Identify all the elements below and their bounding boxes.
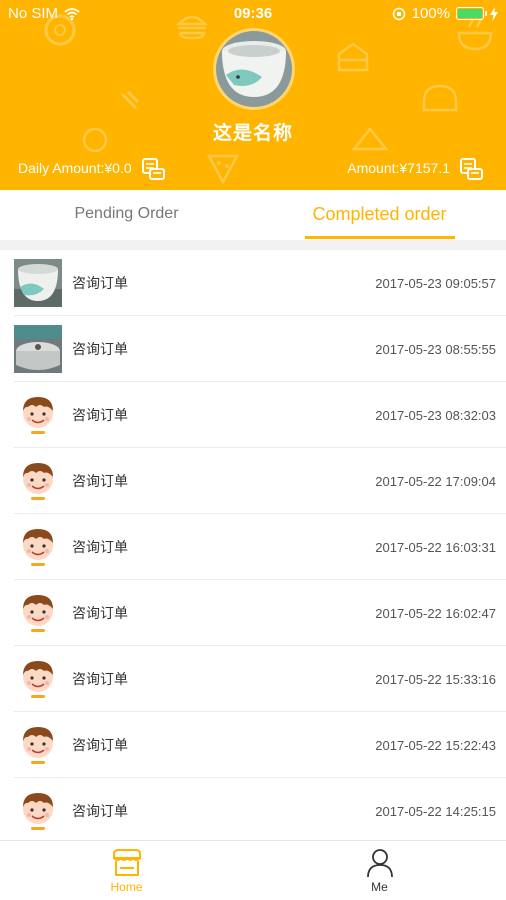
cartoon-face-icon bbox=[23, 661, 53, 698]
order-title: 咨询订单 bbox=[72, 803, 128, 819]
coins-icon bbox=[141, 158, 165, 180]
order-row[interactable]: 咨询订单 2017-05-22 15:33:16 bbox=[0, 646, 506, 712]
tab-pending-order[interactable]: Pending Order bbox=[0, 190, 253, 240]
daily-amount[interactable]: Daily Amount:¥0.0 bbox=[18, 155, 166, 181]
order-row[interactable]: 咨询订单 2017-05-22 16:03:31 bbox=[0, 514, 506, 580]
total-amount-label: Amount:¥7157.1 bbox=[347, 160, 450, 176]
order-title: 咨询订单 bbox=[72, 275, 128, 291]
pot-photo-icon bbox=[14, 325, 62, 373]
store-avatar[interactable] bbox=[213, 28, 295, 110]
order-title: 咨询订单 bbox=[72, 671, 128, 687]
tabbar-home-label: Home bbox=[110, 879, 143, 894]
order-tabs: Pending Order Completed order bbox=[0, 190, 506, 240]
order-timestamp: 2017-05-22 14:25:15 bbox=[375, 803, 496, 819]
cartoon-face-icon bbox=[23, 463, 53, 500]
bread-doodle-icon bbox=[422, 84, 458, 112]
order-row[interactable]: 咨询订单 2017-05-22 15:22:43 bbox=[0, 712, 506, 778]
pizza-doodle-icon bbox=[206, 154, 240, 185]
order-row[interactable]: 咨询订单 2017-05-22 16:02:47 bbox=[0, 580, 506, 646]
order-thumbnail bbox=[14, 787, 62, 835]
status-bar: No SIM 09:36 100% bbox=[0, 0, 506, 28]
order-title: 咨询订单 bbox=[72, 539, 128, 555]
order-timestamp: 2017-05-23 09:05:57 bbox=[375, 275, 496, 291]
order-thumbnail bbox=[14, 325, 62, 373]
order-list: 咨询订单 2017-05-23 09:05:57 咨询订单 2017-05-23 08… bbox=[0, 250, 506, 844]
store-name: 这是名称 bbox=[212, 123, 293, 144]
home-store-icon bbox=[112, 848, 141, 876]
active-tab-indicator bbox=[304, 236, 455, 239]
order-title: 咨询订单 bbox=[72, 605, 128, 621]
order-title: 咨询订单 bbox=[72, 737, 128, 753]
tabbar-me[interactable]: Me bbox=[253, 841, 506, 900]
orientation-lock-icon bbox=[392, 7, 405, 20]
bottom-tab-bar: Home Me bbox=[0, 840, 506, 900]
tab-completed-label: Completed order bbox=[312, 204, 447, 224]
order-timestamp: 2017-05-22 17:09:04 bbox=[375, 473, 496, 489]
teacup-photo-icon bbox=[216, 31, 292, 107]
charging-bolt-icon bbox=[490, 6, 498, 21]
candy-doodle-icon bbox=[120, 90, 140, 110]
cartoon-face-icon bbox=[23, 595, 53, 632]
profile-header: No SIM 09:36 100% 这是名称 Daily Amount:¥0.0… bbox=[0, 0, 506, 190]
tab-pending-label: Pending Order bbox=[74, 205, 179, 222]
person-icon bbox=[366, 848, 393, 877]
order-timestamp: 2017-05-22 16:02:47 bbox=[375, 605, 496, 621]
cartoon-face-icon bbox=[23, 793, 53, 830]
order-row[interactable]: 咨询订单 2017-05-22 17:09:04 bbox=[0, 448, 506, 514]
order-timestamp: 2017-05-22 15:22:43 bbox=[375, 737, 496, 753]
cup-photo-icon bbox=[14, 259, 62, 307]
order-thumbnail bbox=[14, 523, 62, 571]
coins-icon bbox=[460, 158, 483, 180]
order-thumbnail bbox=[14, 457, 62, 505]
order-title: 咨询订单 bbox=[72, 341, 128, 357]
daily-amount-label: Daily Amount:¥0.0 bbox=[18, 160, 132, 176]
tabbar-me-label: Me bbox=[371, 879, 388, 894]
battery-icon bbox=[456, 7, 487, 20]
order-timestamp: 2017-05-22 15:33:16 bbox=[375, 671, 496, 687]
order-thumbnail bbox=[14, 589, 62, 637]
order-row[interactable]: 咨询订单 2017-05-22 14:25:15 bbox=[0, 778, 506, 844]
tabbar-home[interactable]: Home bbox=[0, 841, 253, 900]
order-row[interactable]: 咨询订单 2017-05-23 09:05:57 bbox=[0, 250, 506, 316]
order-thumbnail bbox=[14, 259, 62, 307]
battery-percent: 100% bbox=[411, 5, 450, 22]
order-thumbnail bbox=[14, 391, 62, 439]
order-timestamp: 2017-05-23 08:32:03 bbox=[375, 407, 496, 423]
tab-completed-order[interactable]: Completed order bbox=[253, 190, 506, 240]
cartoon-face-icon bbox=[23, 397, 53, 434]
order-timestamp: 2017-05-22 16:03:31 bbox=[375, 539, 496, 555]
cartoon-face-icon bbox=[23, 529, 53, 566]
total-amount[interactable]: Amount:¥7157.1 bbox=[347, 155, 484, 181]
order-row[interactable]: 咨询订单 2017-05-23 08:55:55 bbox=[0, 316, 506, 382]
cartoon-face-icon bbox=[23, 727, 53, 764]
order-thumbnail bbox=[14, 721, 62, 769]
order-timestamp: 2017-05-23 08:55:55 bbox=[375, 341, 496, 357]
order-row[interactable]: 咨询订单 2017-05-23 08:32:03 bbox=[0, 382, 506, 448]
order-title: 咨询订单 bbox=[72, 473, 128, 489]
order-title: 咨询订单 bbox=[72, 407, 128, 423]
cake-doodle-icon bbox=[337, 42, 369, 72]
order-thumbnail bbox=[14, 655, 62, 703]
section-divider bbox=[0, 240, 506, 250]
